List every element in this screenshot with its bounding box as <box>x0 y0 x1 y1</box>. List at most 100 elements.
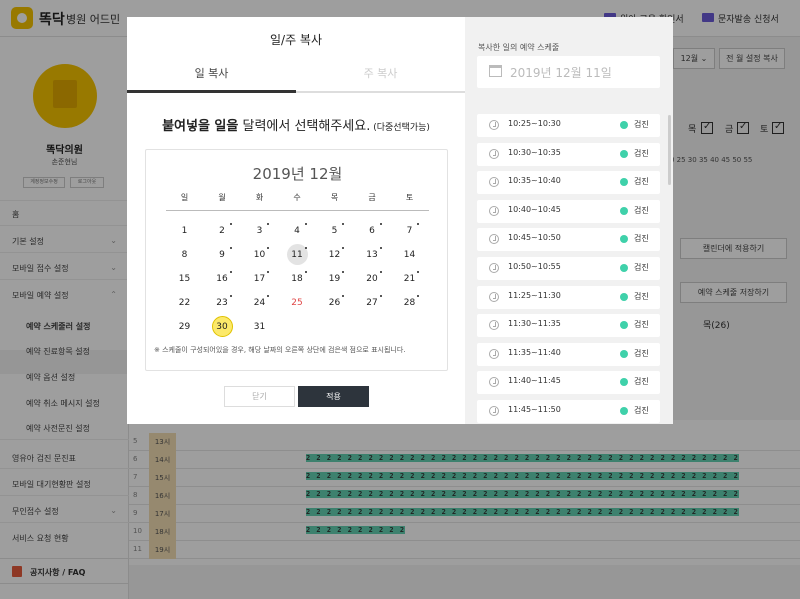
calendar: 2019년 12월 일월화수목금토 1 2 3 4 5 6 7 8 9 10 11 12 13 14 15 1… <box>145 149 448 371</box>
scrollbar[interactable] <box>668 115 671 185</box>
calendar-day[interactable]: 15 <box>166 268 203 290</box>
calendar-day[interactable]: 17 <box>241 268 278 290</box>
calendar-day-number: 1 <box>181 226 188 236</box>
calendar-day[interactable]: 26 <box>316 292 353 314</box>
calendar-day-number: 5 <box>331 226 338 236</box>
slot-status: 검진 <box>634 263 649 272</box>
calendar-day[interactable]: 21 <box>391 268 428 290</box>
schedule-dot <box>304 223 307 225</box>
calendar-day-number: 3 <box>256 226 263 236</box>
calendar-day-number: 22 <box>178 298 191 308</box>
calendar-day-number: 7 <box>406 226 413 236</box>
tab-day-copy[interactable]: 일 복사 <box>127 65 296 81</box>
calendar-dow: 화 <box>255 193 264 202</box>
apply-button[interactable]: 적용 <box>298 386 369 407</box>
calendar-day-number: 26 <box>328 298 341 308</box>
tab-week-copy[interactable]: 주 복사 <box>296 65 465 81</box>
calendar-day[interactable]: 1 <box>166 220 203 242</box>
schedule-dot <box>342 295 344 297</box>
schedule-dot <box>417 271 419 273</box>
calendar-day[interactable]: 20 <box>354 268 391 290</box>
calendar-day-number: 8 <box>181 250 188 260</box>
schedule-dot <box>304 247 307 249</box>
schedule-dot <box>342 247 344 249</box>
calendar-day[interactable]: 2 <box>204 220 241 242</box>
clock-icon <box>489 291 499 302</box>
slot-status: 검진 <box>634 291 649 301</box>
slot-time: 11:25~11:30 <box>508 290 561 300</box>
calendar-day[interactable]: 3 <box>241 220 278 242</box>
calendar-day[interactable]: 31 <box>241 316 278 338</box>
calendar-day[interactable]: 25 <box>279 292 316 314</box>
calendar-day[interactable]: 23 <box>204 292 241 314</box>
calendar-day[interactable]: 29 <box>166 316 203 338</box>
calendar-day[interactable]: 16 <box>204 268 241 290</box>
status-dot <box>620 264 628 272</box>
calendar-day-number: 16 <box>216 274 228 284</box>
schedule-slot: 10:35~10:40 검진 <box>477 171 660 195</box>
calendar-day-number: 25 <box>291 298 303 308</box>
calendar-day[interactable]: 18 <box>279 268 316 290</box>
slot-time: 11:40~11:45 <box>508 376 561 386</box>
copied-date: 2019년 12월 11일 <box>510 66 612 80</box>
calendar-day[interactable]: 4 <box>279 220 316 242</box>
calendar-day[interactable]: 8 <box>166 244 203 266</box>
schedule-slot: 11:25~11:30 검진 <box>477 285 660 309</box>
schedule-dot <box>229 223 232 225</box>
slot-time: 11:30~11:35 <box>508 319 561 329</box>
clock-icon <box>489 263 499 273</box>
schedule-slot: 11:35~11:40 검진 <box>477 342 660 366</box>
status-dot <box>620 121 628 129</box>
calendar-day-number: 31 <box>253 322 266 332</box>
instruction-hint: (다중선택가능) <box>370 123 430 133</box>
calendar-day[interactable]: 30 <box>204 316 241 338</box>
calendar-day-number: 27 <box>366 298 378 308</box>
slot-status: 검진 <box>634 120 649 129</box>
status-dot <box>620 349 628 358</box>
calendar-day-number: 17 <box>253 274 266 284</box>
schedule-dot <box>267 295 269 297</box>
clock-icon <box>489 148 499 159</box>
close-button[interactable]: 닫기 <box>224 386 295 407</box>
status-dot <box>620 149 628 158</box>
calendar-day[interactable]: 7 <box>391 220 428 242</box>
calendar-day[interactable]: 6 <box>354 220 391 242</box>
schedule-dot <box>379 271 382 273</box>
calendar-day-number: 11 <box>291 250 303 260</box>
schedule-slot: 11:45~11:50 검진 <box>477 400 660 423</box>
clock-icon <box>489 377 499 388</box>
calendar-day[interactable]: 13 <box>354 244 391 266</box>
schedule-dot <box>342 271 344 273</box>
calendar-day[interactable]: 28 <box>391 292 428 314</box>
calendar-day[interactable]: 5 <box>316 220 353 242</box>
status-dot <box>620 407 628 415</box>
schedule-dot <box>267 247 269 249</box>
calendar-day[interactable]: 14 <box>391 244 428 266</box>
calendar-day[interactable]: 22 <box>166 292 203 314</box>
calendar-day[interactable]: 12 <box>316 244 353 266</box>
slot-time: 10:35~10:40 <box>508 176 561 186</box>
calendar-day-number: 23 <box>216 298 228 308</box>
calendar-day-number: 6 <box>369 226 375 236</box>
calendar-day-number: 4 <box>294 226 300 236</box>
calendar-dow: 월 <box>218 193 226 202</box>
calendar-day-number: 13 <box>366 250 378 260</box>
calendar-day-number: 18 <box>291 274 303 284</box>
calendar-day[interactable]: 19 <box>316 268 353 290</box>
clock-icon <box>489 348 499 359</box>
status-dot <box>620 206 628 215</box>
calendar-day[interactable]: 11 <box>279 244 316 266</box>
calendar-day[interactable]: 24 <box>241 292 278 314</box>
calendar-day-number: 20 <box>366 274 378 284</box>
slot-status: 검진 <box>634 234 649 244</box>
schedule-slot: 10:40~10:45 검진 <box>477 199 660 223</box>
copy-dialog: 일/주 복사 일 복사 주 복사 붙여넣을 일을 달력에서 선택해주세요. (다… <box>127 17 673 424</box>
calendar-day[interactable]: 9 <box>204 244 241 266</box>
calendar-dow: 토 <box>405 193 414 202</box>
schedule-dot <box>417 223 419 225</box>
schedule-slot: 10:25~10:30 검진 <box>477 114 660 137</box>
copied-date-field: 2019년 12월 11일 <box>477 56 660 88</box>
calendar-day[interactable]: 27 <box>354 292 391 314</box>
calendar-day[interactable]: 10 <box>241 244 278 266</box>
slot-status: 검진 <box>634 177 649 187</box>
